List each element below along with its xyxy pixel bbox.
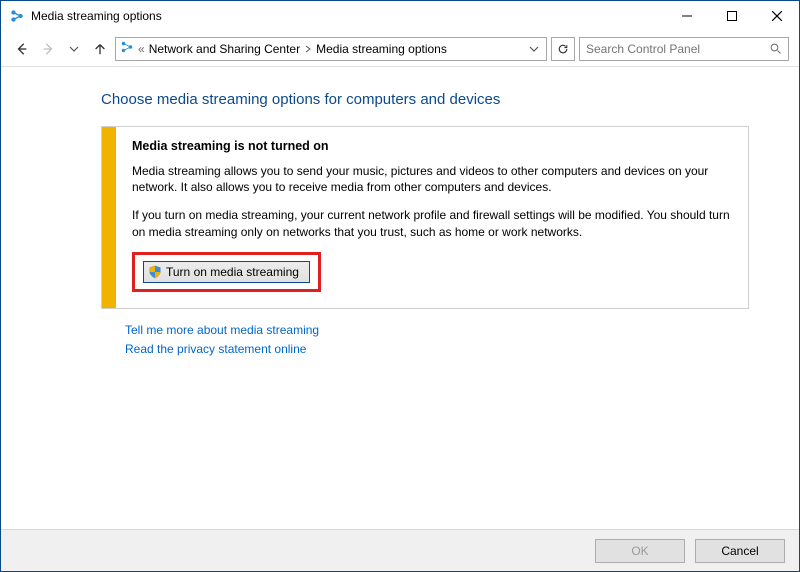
forward-button[interactable] <box>37 38 59 60</box>
titlebar: Media streaming options <box>1 1 799 31</box>
address-bar[interactable]: « Network and Sharing Center Media strea… <box>115 37 547 61</box>
breadcrumb-media-streaming[interactable]: Media streaming options <box>316 42 447 56</box>
window-title: Media streaming options <box>31 9 162 23</box>
help-links: Tell me more about media streaming Read … <box>101 321 749 359</box>
info-card: Media streaming is not turned on Media s… <box>101 126 749 309</box>
app-icon <box>9 8 25 24</box>
uac-shield-icon <box>148 265 162 279</box>
search-input[interactable] <box>580 38 764 60</box>
minimize-button[interactable] <box>664 1 709 31</box>
card-paragraph-2: If you turn on media streaming, your cur… <box>132 207 732 239</box>
breadcrumb-prefix: « <box>138 42 145 56</box>
card-title: Media streaming is not turned on <box>132 139 732 153</box>
breadcrumb-icon <box>120 40 134 57</box>
footer: OK Cancel <box>1 529 799 571</box>
breadcrumb-network-sharing[interactable]: Network and Sharing Center <box>149 42 300 56</box>
turn-on-media-streaming-button[interactable]: Turn on media streaming <box>143 261 310 283</box>
recent-locations-dropdown[interactable] <box>63 38 85 60</box>
card-paragraph-1: Media streaming allows you to send your … <box>132 163 732 195</box>
maximize-button[interactable] <box>709 1 754 31</box>
chevron-right-icon <box>304 42 312 56</box>
search-icon[interactable] <box>764 43 788 55</box>
warning-accent-bar <box>102 127 116 308</box>
search-box[interactable] <box>579 37 789 61</box>
privacy-statement-link[interactable]: Read the privacy statement online <box>125 340 749 359</box>
cancel-button[interactable]: Cancel <box>695 539 785 563</box>
address-dropdown[interactable] <box>526 44 542 54</box>
turn-on-button-label: Turn on media streaming <box>166 265 299 279</box>
nav-row: « Network and Sharing Center Media strea… <box>1 31 799 67</box>
highlight-frame: Turn on media streaming <box>132 252 321 292</box>
up-button[interactable] <box>89 38 111 60</box>
window-root: Media streaming options <box>0 0 800 572</box>
ok-button[interactable]: OK <box>595 539 685 563</box>
back-button[interactable] <box>11 38 33 60</box>
page-heading: Choose media streaming options for compu… <box>101 91 749 108</box>
close-button[interactable] <box>754 1 799 31</box>
content-area: Choose media streaming options for compu… <box>1 67 799 529</box>
tell-me-more-link[interactable]: Tell me more about media streaming <box>125 321 749 340</box>
refresh-button[interactable] <box>551 37 575 61</box>
